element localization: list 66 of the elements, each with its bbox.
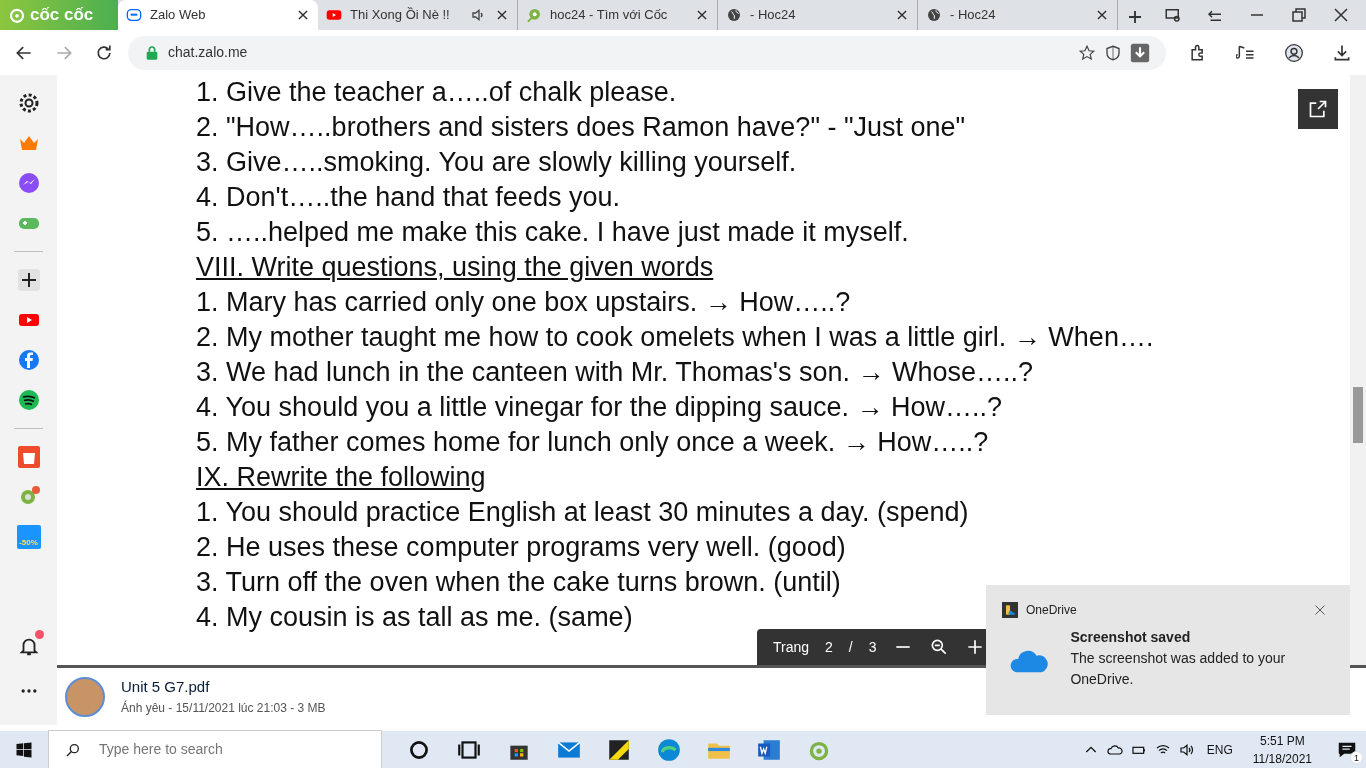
- close-icon[interactable]: [495, 8, 509, 22]
- globe-icon: [726, 7, 742, 23]
- folder-icon: [1002, 602, 1018, 618]
- page-total: 3: [868, 637, 877, 657]
- close-icon[interactable]: [695, 8, 709, 22]
- language-indicator[interactable]: ENG: [1202, 740, 1237, 759]
- taskbar-search-box[interactable]: Type here to search: [48, 729, 382, 768]
- browser-tab[interactable]: Zalo Web: [118, 0, 318, 30]
- screen-search-icon[interactable]: [1164, 6, 1182, 24]
- download-icon[interactable]: [1130, 42, 1150, 63]
- page-label: Trang: [773, 637, 810, 657]
- new-tab-icon[interactable]: [1126, 8, 1144, 26]
- brand-logo-text: cốc cốc: [30, 4, 94, 27]
- clock-date[interactable]: 11/18/2021: [1252, 749, 1312, 768]
- external-link-icon: [1308, 99, 1328, 119]
- shield-icon[interactable]: [1104, 43, 1122, 62]
- file-name[interactable]: Unit 5 G7.pdf: [121, 676, 326, 699]
- windows-start-icon[interactable]: [15, 740, 33, 759]
- exercise-line: 5. My father comes home for lunch only once a week. → How…..?: [196, 426, 989, 459]
- exercise-line: 1. You should practice English at least 30 minutes a day. (spend): [196, 496, 969, 529]
- avatar: [65, 676, 105, 717]
- notification-count: 1: [1350, 750, 1363, 764]
- search-icon: [65, 741, 81, 758]
- messenger-icon[interactable]: [16, 171, 41, 195]
- exercise-line: 3. Turn off the oven when the cake turns brown. (until): [196, 566, 841, 599]
- exercise-line: 1. Mary has carried only one box upstairs. → How…..?: [196, 286, 851, 319]
- globe-icon: [926, 7, 942, 23]
- profile-icon[interactable]: [1284, 42, 1304, 63]
- taskbar-search-field[interactable]: Type here to search: [97, 738, 365, 761]
- exercise-line: 3. Give…..smoking. You are slowly killing yourself.: [196, 146, 797, 179]
- exercise-line: 5. …..helped me make this cake. I have just made it myself.: [196, 216, 909, 249]
- close-icon[interactable]: [1332, 6, 1350, 24]
- spotify-icon[interactable]: [16, 388, 41, 412]
- exercise-line: 4. Don't…..the hand that feeds you.: [196, 181, 620, 214]
- address-bar[interactable]: chat.zalo.me: [128, 35, 1166, 70]
- exercise-line: 1. Give the teacher a…..of chalk please.: [196, 76, 677, 109]
- scrollbar-thumb[interactable]: [1353, 387, 1363, 443]
- shopping-bag-icon[interactable]: [16, 445, 41, 469]
- exercise-line: 2. "How…..brothers and sisters does Ramon have?" - "Just one": [196, 111, 966, 144]
- section-heading: VIII. Write questions, using the given words: [196, 251, 714, 284]
- close-icon[interactable]: [1095, 8, 1109, 22]
- close-icon[interactable]: [1314, 604, 1326, 616]
- close-icon[interactable]: [296, 8, 310, 22]
- exercise-line: 3. We had lunch in the canteen with Mr. Thomas's son. → Whose…..?: [196, 356, 1034, 389]
- file-meta: Ánh yêu - 15/11/2021 lúc 21:03 - 3 MB: [121, 699, 326, 717]
- restore-icon[interactable]: [1290, 6, 1308, 24]
- star-icon[interactable]: [1078, 43, 1096, 62]
- exercise-line: 2. He uses these computer programs very well. (good): [196, 531, 846, 564]
- exercise-line: 4. My cousin is as tall as me. (same): [196, 601, 633, 634]
- plus-icon[interactable]: [16, 268, 41, 292]
- play-icon: [326, 7, 342, 23]
- speaker-icon[interactable]: [1178, 741, 1195, 758]
- clock-time[interactable]: 5:51 PM: [1260, 731, 1305, 750]
- close-icon[interactable]: [895, 8, 909, 22]
- page-number: 2: [825, 637, 833, 657]
- exercise-line: 4. You should you a little vinegar for the dipping sauce. → How…..?: [196, 391, 1002, 424]
- notification-app-name: OneDrive: [1026, 602, 1077, 619]
- section-heading: IX. Rewrite the following: [196, 461, 486, 494]
- notification-title: Screenshot saved: [1070, 628, 1192, 647]
- page-separator: /: [848, 637, 853, 657]
- lock-icon: [144, 44, 160, 61]
- notification-message: The screenshot was added to your OneDrive.: [1070, 649, 1287, 689]
- facebook-icon[interactable]: [16, 348, 41, 372]
- exercise-line: 2. My mother taught me how to cook omelets when I was a little girl. → When….: [196, 321, 1154, 354]
- expand-button[interactable]: [1298, 89, 1338, 129]
- chat-icon: [126, 7, 142, 23]
